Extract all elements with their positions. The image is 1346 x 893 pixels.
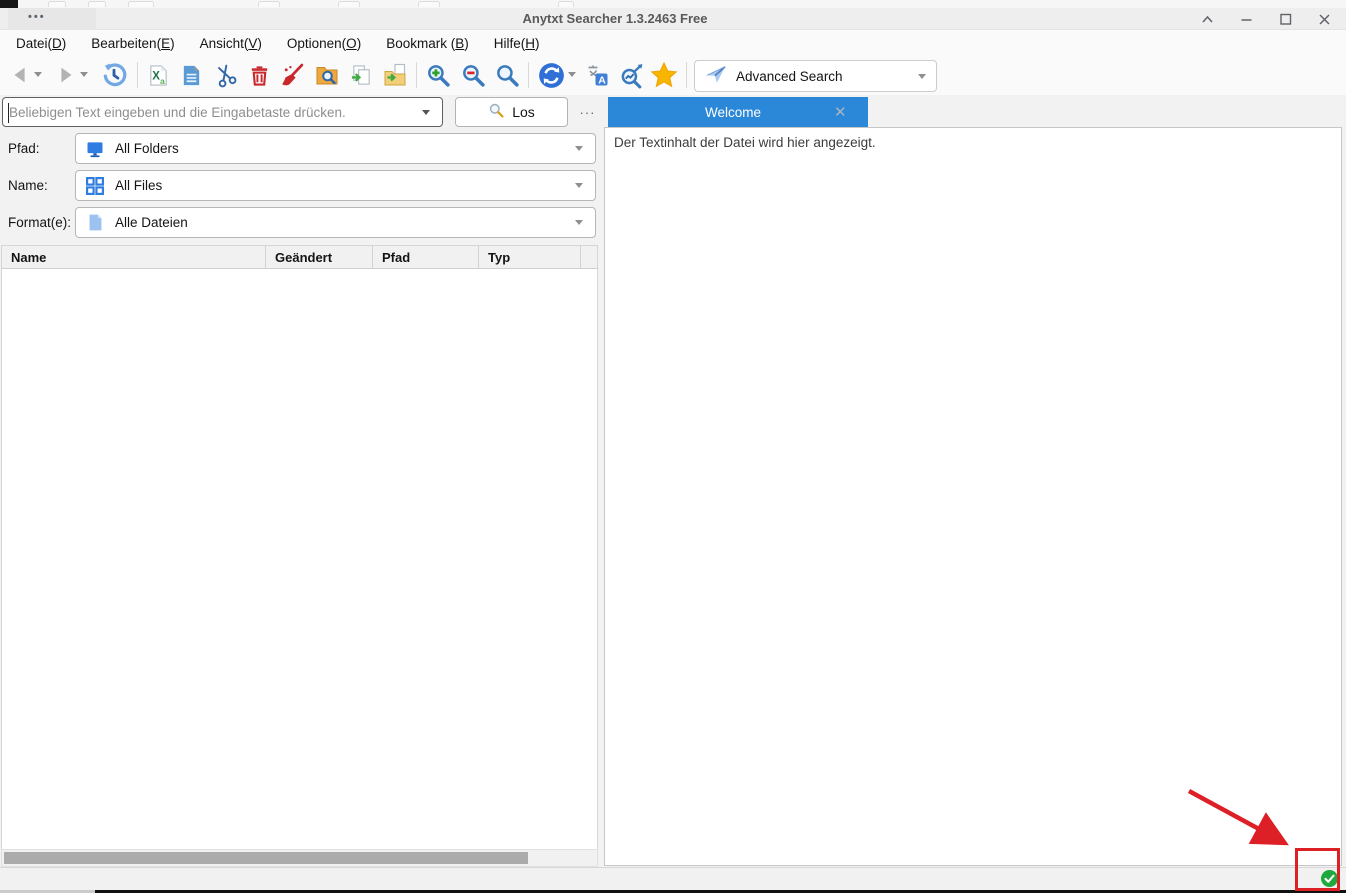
menu-datei[interactable]: Datei(D)	[16, 36, 66, 51]
menu-bearbeiten[interactable]: Bearbeiten(E)	[91, 36, 174, 51]
column-header-pfad[interactable]: Pfad	[373, 246, 479, 268]
search-box	[2, 97, 443, 127]
maximize-button[interactable]	[1266, 8, 1305, 30]
delete-icon[interactable]	[245, 61, 273, 89]
horizontal-scrollbar-thumb[interactable]	[4, 852, 528, 864]
move-file-icon[interactable]	[381, 61, 409, 89]
column-header-geaendert[interactable]: Geändert	[266, 246, 373, 268]
advanced-search-label: Advanced Search	[736, 69, 918, 84]
results-table: Name Geändert Pfad Typ	[1, 245, 598, 849]
path-filter-combobox[interactable]: All Folders	[75, 133, 596, 164]
chevron-down-icon	[575, 220, 583, 225]
background-app-strip	[0, 0, 1346, 8]
tab-welcome[interactable]: Welcome ✕	[608, 97, 868, 127]
search-input[interactable]	[3, 99, 410, 125]
format-filter-label: Format(e):	[8, 215, 71, 230]
zoom-in-icon[interactable]	[424, 61, 452, 89]
preview-panel: Der Textinhalt der Datei wird hier angez…	[604, 127, 1342, 866]
path-filter-value: All Folders	[115, 141, 575, 156]
chevron-down-icon	[575, 183, 583, 188]
menubar: Datei(D) Bearbeiten(E) Ansicht(V) Option…	[0, 30, 1346, 56]
column-header-name[interactable]: Name	[2, 246, 266, 268]
menu-optionen[interactable]: Optionen(O)	[287, 36, 361, 51]
refresh-icon[interactable]	[537, 61, 565, 89]
zoom-out-icon[interactable]	[459, 61, 487, 89]
titlebar-overflow-dots[interactable]: •••	[28, 11, 46, 23]
go-button-label: Los	[512, 104, 535, 120]
app-window: ••• Anytxt Searcher 1.3.2463 Free Datei(…	[0, 0, 1346, 893]
titlebar: ••• Anytxt Searcher 1.3.2463 Free	[0, 8, 1346, 30]
open-folder-search-icon[interactable]	[313, 61, 341, 89]
annotation-highlight-box	[1295, 848, 1340, 891]
text-document-icon[interactable]	[177, 61, 205, 89]
path-filter-label: Pfad:	[8, 141, 40, 156]
grid-icon	[84, 175, 106, 197]
translate-icon[interactable]: A	[583, 61, 611, 89]
refresh-dropdown-icon[interactable]	[568, 72, 578, 80]
copy-file-icon[interactable]	[347, 61, 375, 89]
advanced-search-combobox[interactable]: Advanced Search	[694, 60, 937, 92]
more-options-button[interactable]: ···	[575, 97, 600, 127]
name-filter-value: All Files	[115, 178, 575, 193]
chevron-down-icon	[575, 146, 583, 151]
name-filter-combobox[interactable]: All Files	[75, 170, 596, 201]
go-magnifier-icon	[488, 102, 505, 122]
search-history-dropdown-icon[interactable]	[410, 110, 442, 115]
column-header-typ[interactable]: Typ	[479, 246, 581, 268]
tab-close-icon[interactable]: ✕	[834, 103, 868, 121]
menu-ansicht[interactable]: Ansicht(V)	[200, 36, 262, 51]
statusbar	[0, 867, 1346, 890]
favorite-star-icon[interactable]	[650, 61, 678, 89]
clean-history-icon[interactable]	[278, 61, 306, 89]
minimize-button[interactable]	[1227, 8, 1266, 30]
cut-icon[interactable]	[211, 61, 239, 89]
tab-welcome-label: Welcome	[608, 105, 834, 120]
svg-text:A: A	[598, 74, 606, 86]
window-title: Anytxt Searcher 1.3.2463 Free	[523, 11, 708, 26]
shade-window-button[interactable]	[1188, 8, 1227, 30]
results-table-body	[2, 269, 597, 849]
monitor-icon	[84, 138, 106, 160]
back-dropdown-icon[interactable]	[34, 72, 44, 80]
forward-icon[interactable]	[52, 61, 80, 89]
format-filter-combobox[interactable]: Alle Dateien	[75, 207, 596, 238]
chevron-down-icon	[918, 74, 926, 79]
preview-placeholder-text: Der Textinhalt der Datei wird hier angez…	[614, 135, 876, 150]
go-button[interactable]: Los	[455, 97, 568, 127]
close-button[interactable]	[1305, 8, 1344, 30]
toolbar: X a	[0, 56, 1346, 95]
export-excel-icon[interactable]: X a	[144, 61, 172, 89]
search-icon[interactable]	[493, 61, 521, 89]
regex-search-icon[interactable]	[617, 61, 645, 89]
back-icon[interactable]	[6, 61, 34, 89]
background-dark-corner	[0, 0, 18, 8]
results-table-header: Name Geändert Pfad Typ	[2, 246, 597, 269]
history-icon[interactable]	[100, 61, 128, 89]
send-plane-icon	[705, 63, 727, 90]
file-icon	[84, 212, 106, 234]
svg-text:a: a	[159, 76, 164, 86]
format-filter-value: Alle Dateien	[115, 215, 575, 230]
menu-bookmark[interactable]: Bookmark (B)	[386, 36, 469, 51]
forward-dropdown-icon[interactable]	[80, 72, 90, 80]
horizontal-scrollbar[interactable]	[1, 849, 598, 867]
menu-hilfe[interactable]: Hilfe(H)	[494, 36, 540, 51]
name-filter-label: Name:	[8, 178, 48, 193]
